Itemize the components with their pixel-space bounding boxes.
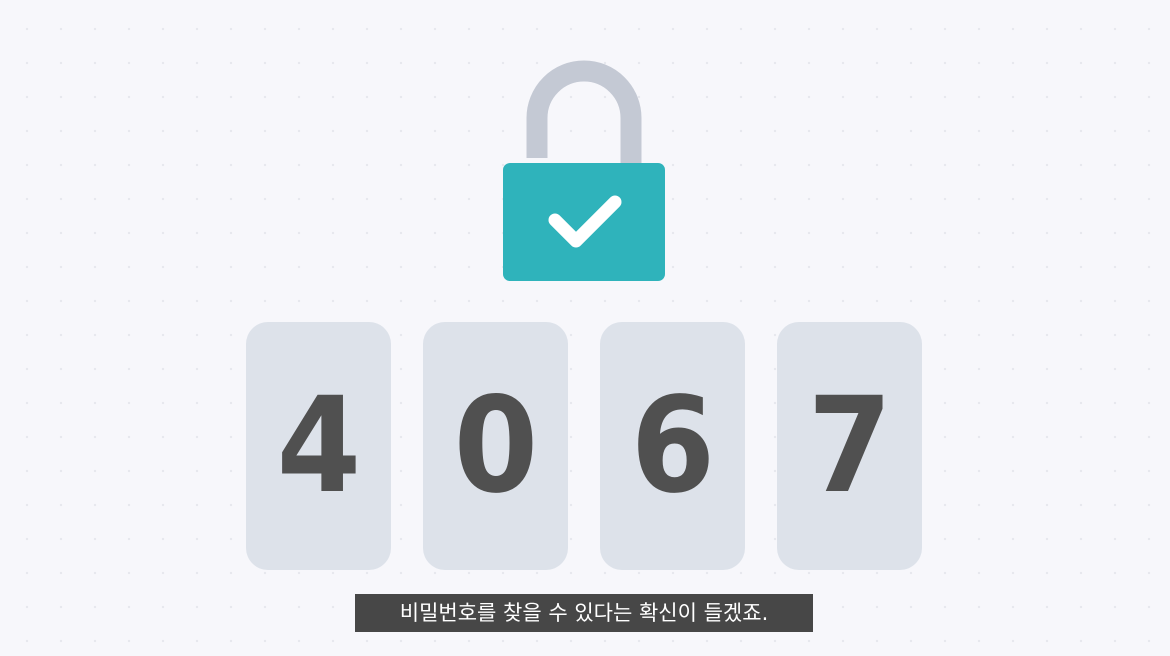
combination-digits: 4 0 6 7 [246, 322, 924, 570]
padlock-body [503, 163, 665, 281]
digit-card-4: 7 [777, 322, 922, 570]
digit-card-2: 0 [423, 322, 568, 570]
digit-card-3: 6 [600, 322, 745, 570]
unlocked-padlock-graphic [503, 60, 665, 281]
digit-value: 7 [807, 369, 892, 523]
video-subtitle: 비밀번호를 찾을 수 있다는 확신이 들겠죠. [355, 594, 813, 632]
digit-value: 4 [276, 369, 361, 523]
padlock-icon [502, 60, 666, 282]
padlock-shackle [526, 60, 642, 166]
digit-value: 0 [453, 369, 538, 523]
digit-value: 6 [630, 369, 715, 523]
digit-card-1: 4 [246, 322, 391, 570]
